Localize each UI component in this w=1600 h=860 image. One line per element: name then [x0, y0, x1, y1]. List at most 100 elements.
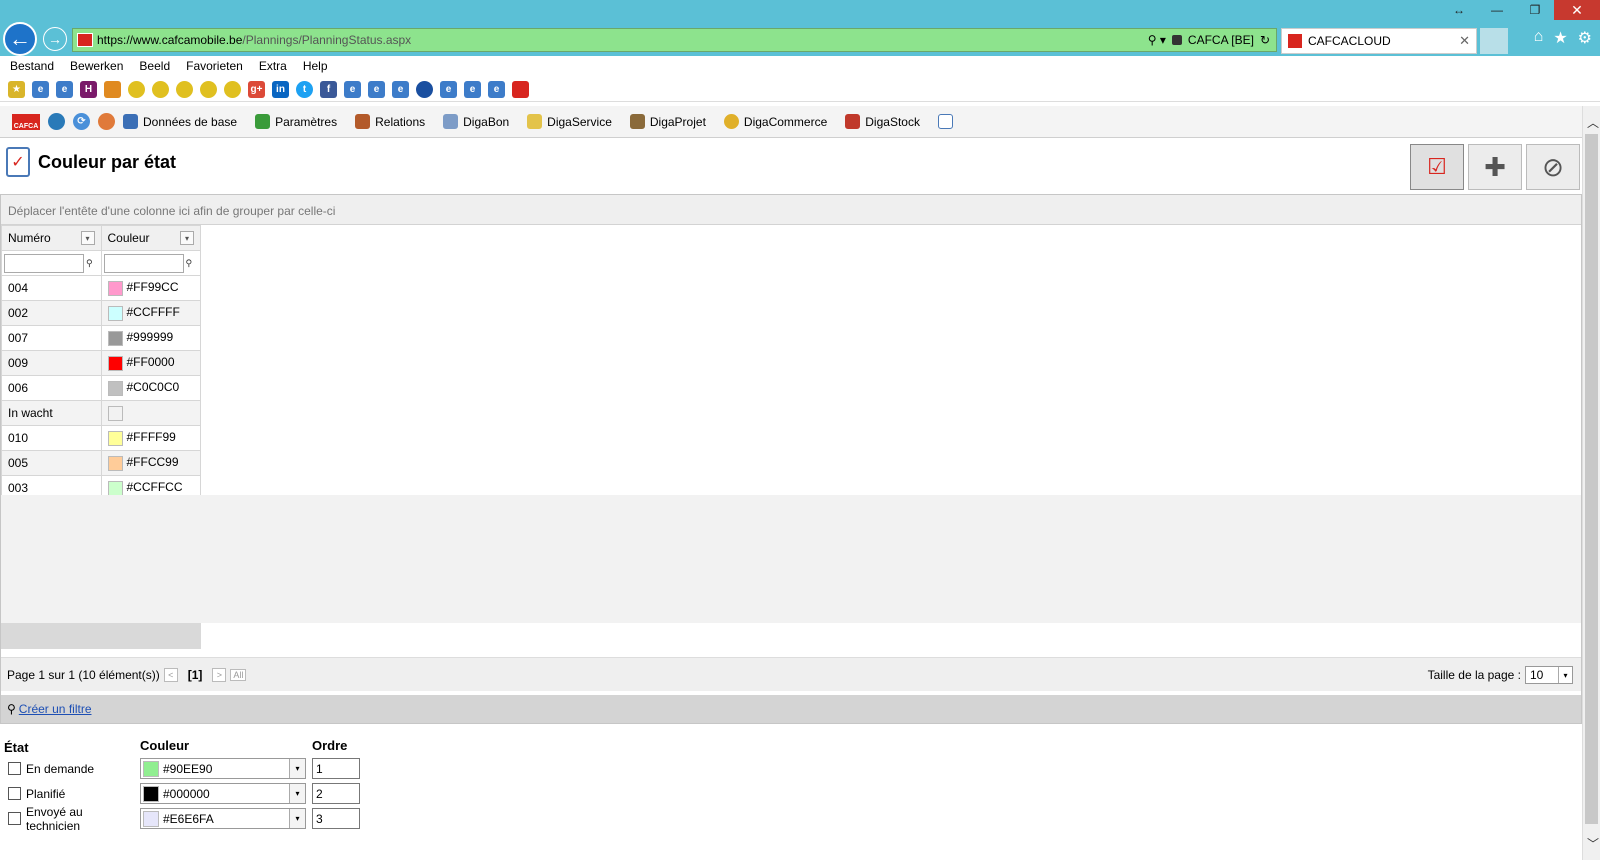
new-tab-button[interactable] — [1480, 28, 1508, 54]
refresh-icon[interactable]: ↻ — [1260, 33, 1270, 47]
settings-gear-icon[interactable]: ⚙ — [1578, 28, 1592, 48]
chevron-down-icon[interactable]: ▾ — [289, 784, 305, 803]
scroll-down-icon[interactable]: ﹀ — [1587, 835, 1599, 852]
toolbar-digastock[interactable]: DigaStock — [845, 114, 930, 129]
user-icon[interactable] — [98, 113, 115, 130]
lock-icon[interactable] — [1171, 35, 1182, 45]
cell-numero[interactable]: 006 — [1, 375, 102, 401]
ie-page-icon[interactable]: e — [392, 81, 409, 98]
cell-numero[interactable]: 002 — [1, 300, 102, 326]
cell-numero[interactable]: 009 — [1, 350, 102, 376]
menu-favorieten[interactable]: Favorieten — [186, 59, 243, 73]
chevron-down-icon[interactable]: ▾ — [289, 759, 305, 778]
minimize-button[interactable]: — — [1478, 0, 1516, 20]
chevron-down-icon[interactable]: ▾ — [180, 231, 194, 245]
filter-icon[interactable]: ⚲ — [86, 258, 93, 269]
yellow-site-icon[interactable] — [128, 81, 145, 98]
add-button[interactable]: ✚ — [1468, 144, 1522, 190]
toolbar-digaservice[interactable]: DigaService — [527, 114, 622, 129]
toolbar-digacommerce[interactable]: DigaCommerce — [723, 114, 837, 129]
favorites-star-icon[interactable]: ★ — [1553, 28, 1567, 48]
cell-couleur[interactable]: #C0C0C0 — [100, 375, 201, 401]
cancel-button[interactable]: ⊘ — [1526, 144, 1580, 190]
filter-input-couleur[interactable] — [103, 253, 184, 273]
toolbar-digaprojet[interactable]: DigaProjet — [629, 114, 716, 129]
table-row[interactable]: 005 #FFCC99 — [1, 450, 201, 476]
menu-help[interactable]: Help — [303, 59, 328, 73]
state-checkbox[interactable] — [8, 812, 21, 825]
back-button[interactable]: ← — [3, 22, 37, 56]
cell-numero[interactable]: 005 — [1, 450, 102, 476]
scroll-up-icon[interactable]: ︿ — [1587, 114, 1599, 131]
h-site-icon[interactable]: H — [80, 81, 97, 98]
forward-button[interactable]: → — [43, 27, 67, 51]
order-input[interactable]: 3 — [312, 808, 360, 829]
order-input[interactable]: 2 — [312, 783, 360, 804]
chevron-down-icon[interactable]: ▾ — [1558, 667, 1572, 683]
checklist-icon[interactable] — [937, 114, 953, 129]
toolbar-parametres[interactable]: Paramètres — [255, 114, 347, 129]
sync-icon[interactable]: ⟳ — [73, 113, 90, 130]
cell-numero[interactable]: 007 — [1, 325, 102, 351]
grid-horizontal-scrollbar[interactable] — [1, 623, 201, 649]
next-page-button[interactable]: > — [212, 667, 227, 682]
ie-page-icon[interactable]: e — [464, 81, 481, 98]
cell-numero[interactable]: 004 — [1, 275, 102, 301]
add-favorite-icon[interactable]: ★ — [8, 81, 25, 98]
cell-couleur[interactable] — [100, 400, 201, 426]
linkedin-icon[interactable]: in — [272, 81, 289, 98]
cell-couleur[interactable]: #FF99CC — [100, 275, 201, 301]
cafca-site-icon[interactable] — [512, 81, 529, 98]
prev-page-button[interactable]: < — [163, 667, 178, 682]
globe-icon[interactable] — [416, 81, 433, 98]
cell-couleur[interactable]: #FFFF99 — [100, 425, 201, 451]
page-scrollbar[interactable]: ︿ ﹀ — [1582, 106, 1600, 860]
page-size-select[interactable]: 10 ▾ — [1525, 666, 1573, 684]
filter-icon[interactable]: ⚲ — [186, 258, 193, 269]
browser-tab[interactable]: CAFCACLOUD ✕ — [1281, 28, 1477, 54]
ie-page-icon[interactable]: e — [344, 81, 361, 98]
cafca-logo[interactable]: CAFCA — [12, 113, 40, 130]
state-checkbox[interactable] — [8, 787, 21, 800]
table-row[interactable]: In wacht — [1, 400, 201, 426]
search-icon[interactable]: ⚲ ▾ — [1148, 33, 1166, 47]
toolbar-digabon[interactable]: DigaBon — [443, 114, 519, 129]
yellow-site-icon[interactable] — [176, 81, 193, 98]
filter-input-numero[interactable] — [4, 253, 84, 273]
globe-icon[interactable] — [48, 113, 65, 130]
cell-numero[interactable]: In wacht — [1, 400, 102, 426]
tab-close-icon[interactable]: ✕ — [1459, 33, 1470, 49]
ie-page-icon[interactable]: e — [368, 81, 385, 98]
table-row[interactable]: 004 #FF99CC — [1, 275, 201, 301]
all-pages-button[interactable]: All — [230, 668, 247, 681]
menu-bewerken[interactable]: Bewerken — [70, 59, 123, 73]
close-window-button[interactable]: ✕ — [1554, 0, 1600, 20]
facebook-icon[interactable]: f — [320, 81, 337, 98]
chevron-down-icon[interactable]: ▾ — [80, 231, 95, 245]
create-filter-link[interactable]: Créer un filtre — [19, 702, 92, 716]
current-page[interactable]: [1] — [188, 668, 203, 682]
cell-couleur[interactable]: #CCFFFF — [100, 300, 201, 326]
flag-site-icon[interactable] — [104, 81, 121, 98]
scrollbar-thumb[interactable] — [1585, 134, 1598, 824]
state-checkbox[interactable] — [8, 762, 21, 775]
google-plus-icon[interactable]: g+ — [248, 81, 265, 98]
ie-page-icon[interactable]: e — [488, 81, 505, 98]
color-picker[interactable]: #000000 ▾ — [140, 783, 306, 804]
cell-numero[interactable]: 010 — [1, 425, 102, 451]
twitter-icon[interactable]: t — [296, 81, 313, 98]
home-icon[interactable]: ⌂ — [1534, 28, 1544, 48]
address-url[interactable]: https://www.cafcamobile.be/Plannings/Pla… — [97, 33, 1148, 47]
toolbar-donnees-de-base[interactable]: Données de base — [123, 114, 247, 129]
menu-bestand[interactable]: Bestand — [10, 59, 54, 73]
table-row[interactable]: 006 #C0C0C0 — [1, 375, 201, 401]
resize-icon[interactable]: ↔ — [1440, 0, 1478, 20]
table-row[interactable]: 009 #FF0000 — [1, 350, 201, 376]
menu-beeld[interactable]: Beeld — [139, 59, 170, 73]
ie-page-icon[interactable]: e — [32, 81, 49, 98]
column-header-couleur[interactable]: Couleur ▾ — [100, 225, 201, 251]
column-header-numero[interactable]: Numéro ▾ — [1, 225, 102, 251]
table-row[interactable]: 010 #FFFF99 — [1, 425, 201, 451]
yellow-site-icon[interactable] — [224, 81, 241, 98]
cell-couleur[interactable]: #FFCC99 — [100, 450, 201, 476]
